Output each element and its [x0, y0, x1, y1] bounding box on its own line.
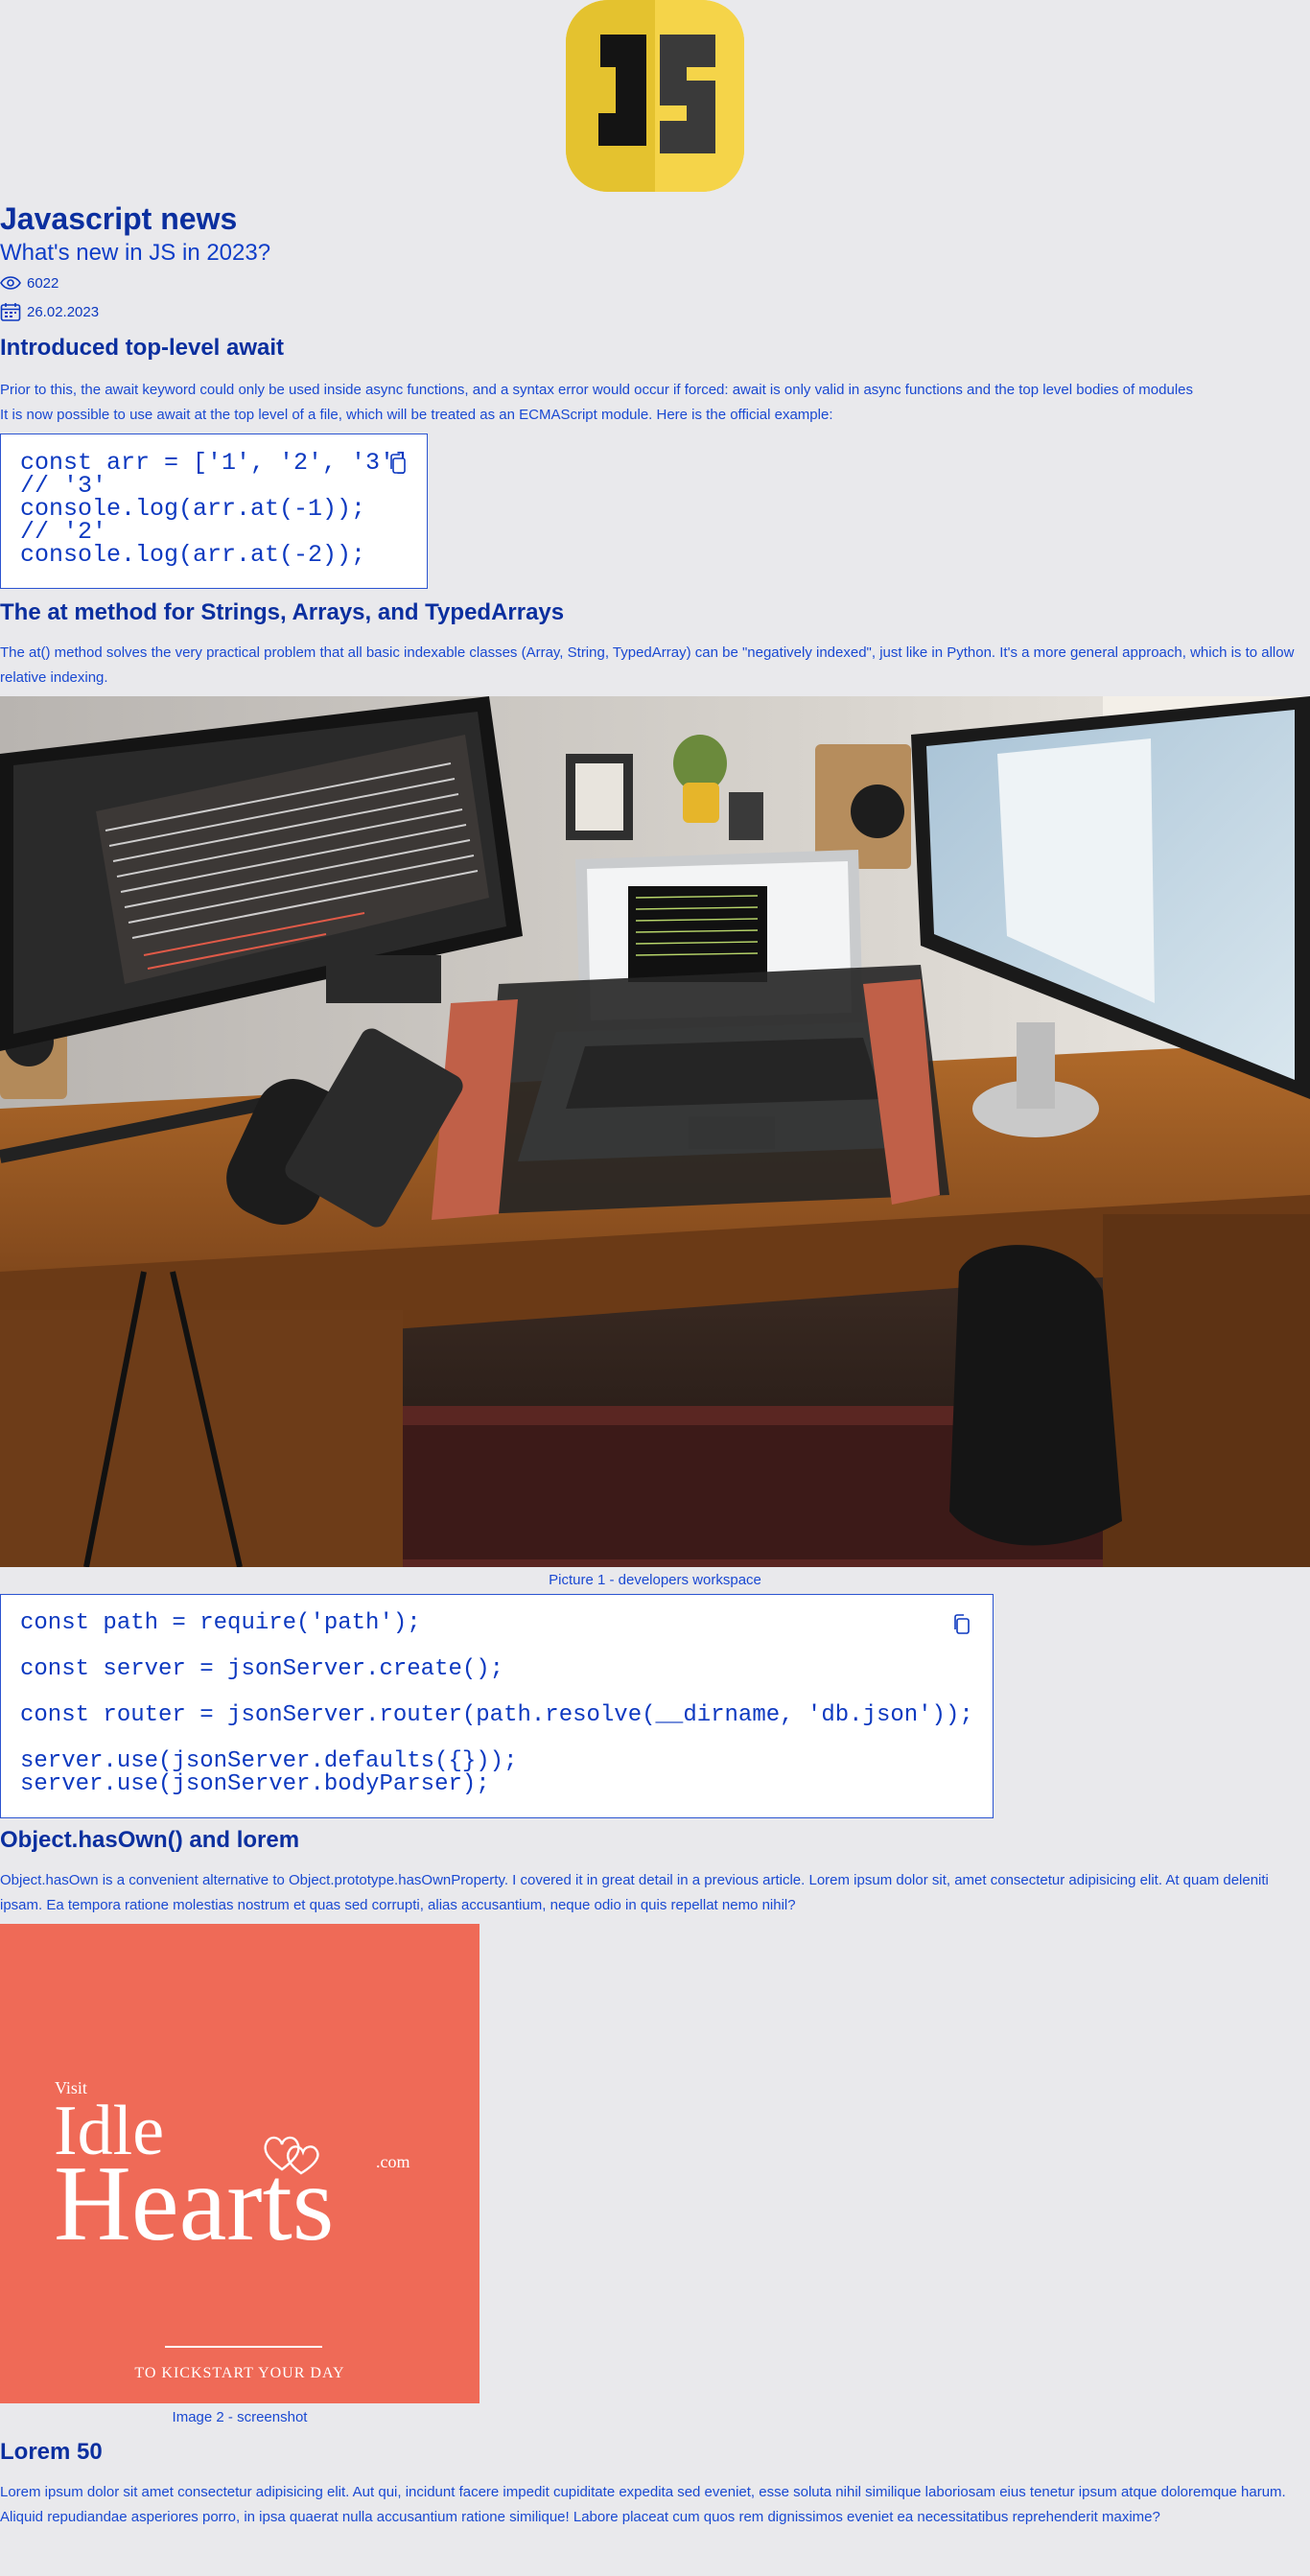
views-row: 6022: [0, 269, 1310, 297]
section1-paragraph-1: Prior to this, the await keyword could o…: [0, 382, 1193, 398]
code-block-1: const arr = ['1', '2', '3'] // '3' conso…: [0, 433, 428, 589]
section-heading-top-level-await: Introduced top-level await: [0, 335, 285, 361]
section-heading-at-method: The at method for Strings, Arrays, and T…: [0, 599, 565, 625]
section-heading-hasown: Object.hasOwn() and lorem: [0, 1827, 300, 1853]
section3-paragraph-1: Object.hasOwn is a convenient alternativ…: [0, 1872, 1269, 1913]
idle-hearts-ad-image: Visit Idle Hearts .com TO KICKSTART YOUR…: [0, 1924, 480, 2403]
image-caption-2: Image 2 - screenshot: [172, 2409, 308, 2425]
ad-tagline: TO KICKSTART YOUR DAY: [134, 2365, 345, 2381]
image-caption-1: Picture 1 - developers workspace: [549, 1572, 761, 1588]
views-count: 6022: [27, 274, 59, 292]
js-logo: [566, 0, 744, 192]
ad-divider-line: [165, 2346, 322, 2348]
developers-workspace-image: [0, 696, 1310, 1567]
double-heart-icon: [264, 2136, 319, 2175]
logo-container: [0, 0, 1310, 192]
article-page: Javascript news What's new in JS in 2023…: [0, 0, 1310, 2576]
ad-com-text: .com: [376, 2152, 410, 2171]
eye-icon: [0, 276, 21, 290]
section-heading-lorem-50: Lorem 50: [0, 2439, 103, 2465]
code-block-1-text: const arr = ['1', '2', '3'] // '3' conso…: [20, 449, 409, 569]
site-title: Javascript news: [0, 201, 238, 236]
article-subtitle: What's new in JS in 2023?: [0, 240, 271, 266]
copy-icon[interactable]: [388, 454, 408, 480]
copy-icon[interactable]: [952, 1614, 971, 1640]
code-block-2: const path = require('path'); const serv…: [0, 1594, 994, 1818]
article-content: Javascript news What's new in JS in 2023…: [0, 199, 1310, 2530]
section4-paragraph-1: Lorem ipsum dolor sit amet consectetur a…: [0, 2484, 1286, 2525]
calendar-icon: [0, 302, 21, 321]
section2-paragraph-1: The at() method solves the very practica…: [0, 644, 1295, 686]
date-row: 26.02.2023: [0, 297, 1310, 326]
code-block-2-text: const path = require('path'); const serv…: [20, 1610, 973, 1797]
publish-date: 26.02.2023: [27, 303, 100, 320]
section1-paragraph-2: It is now possible to use await at the t…: [0, 407, 833, 423]
